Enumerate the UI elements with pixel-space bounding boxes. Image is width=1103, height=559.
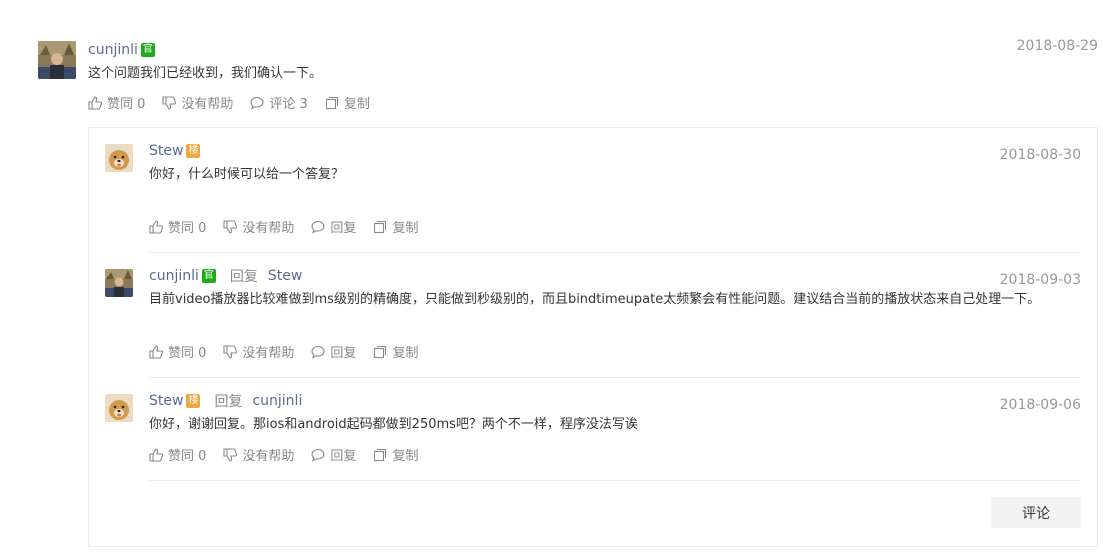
comment-count-button[interactable]: 评论 3 bbox=[250, 93, 308, 112]
comment-2-text: 目前video播放器比较难做到ms级别的精确度，只能做到秒级别的，而且bindt… bbox=[149, 292, 1041, 307]
op-badge: 楼 bbox=[186, 394, 201, 408]
thumbs-up-icon bbox=[88, 95, 102, 110]
comment-1-text: 你好，什么时候可以给一个答复？ bbox=[149, 167, 345, 182]
thumbs-down-icon bbox=[162, 95, 177, 110]
avatar-stew[interactable] bbox=[105, 144, 133, 172]
thumbs-up-icon bbox=[149, 344, 163, 359]
avatar-cunjinli[interactable] bbox=[105, 269, 133, 297]
thumbs-up-icon bbox=[149, 447, 163, 462]
post-author-name[interactable]: cunjinli bbox=[88, 42, 138, 58]
copy-icon bbox=[325, 96, 338, 109]
comment-divider bbox=[149, 252, 1080, 253]
unhelpful-button[interactable]: 没有帮助 bbox=[223, 445, 294, 464]
op-badge: 楼 bbox=[186, 144, 201, 158]
copy-icon bbox=[374, 220, 387, 233]
unhelpful-label: 没有帮助 bbox=[242, 449, 295, 464]
copy-button[interactable]: 复制 bbox=[373, 445, 418, 464]
comment-icon bbox=[311, 220, 325, 234]
comment-icon bbox=[250, 96, 264, 110]
copy-button[interactable]: 复制 bbox=[373, 217, 418, 236]
comment-3-author[interactable]: Stew bbox=[149, 393, 183, 409]
reply-label: 回复 bbox=[330, 221, 357, 236]
avatar-image bbox=[105, 269, 133, 297]
copy-label: 复制 bbox=[392, 449, 419, 464]
comment-2-header: cunjinli 官 回复 Stew bbox=[149, 266, 302, 286]
thumbs-down-icon bbox=[223, 447, 238, 462]
post-actions: 赞同 0 没有帮助 评论 3 复制 bbox=[88, 93, 387, 112]
comment-1-header: Stew 楼 bbox=[149, 141, 201, 161]
thumbs-up-icon bbox=[149, 219, 163, 234]
comment-button[interactable]: 评论 bbox=[991, 497, 1081, 528]
copy-icon bbox=[374, 448, 387, 461]
comment-divider bbox=[149, 377, 1080, 378]
like-label: 赞同 0 bbox=[168, 346, 207, 361]
avatar-stew[interactable] bbox=[105, 394, 133, 422]
reply-word: 回复 bbox=[214, 394, 243, 410]
like-button[interactable]: 赞同 0 bbox=[149, 445, 206, 464]
unhelpful-button[interactable]: 没有帮助 bbox=[223, 217, 294, 236]
reply-to-name[interactable]: Stew bbox=[268, 268, 302, 284]
reply-word: 回复 bbox=[229, 269, 258, 285]
copy-label: 复制 bbox=[392, 346, 419, 361]
like-button[interactable]: 赞同 0 bbox=[149, 217, 206, 236]
comment-1-actions: 赞同 0 没有帮助 回复 复制 bbox=[149, 217, 435, 236]
like-button[interactable]: 赞同 0 bbox=[88, 93, 145, 112]
copy-button[interactable]: 复制 bbox=[373, 342, 418, 361]
unhelpful-label: 没有帮助 bbox=[181, 97, 234, 112]
unhelpful-button[interactable]: 没有帮助 bbox=[162, 93, 233, 112]
comment-3-date: 2018-09-06 bbox=[999, 397, 1081, 413]
avatar-cunjinli[interactable] bbox=[38, 41, 76, 79]
post-header: cunjinli 官 bbox=[88, 40, 155, 60]
comment-divider bbox=[149, 480, 1080, 481]
comment-2-actions: 赞同 0 没有帮助 回复 复制 bbox=[149, 342, 435, 361]
reply-button[interactable]: 回复 bbox=[311, 445, 356, 464]
reply-button[interactable]: 回复 bbox=[311, 217, 356, 236]
dog-avatar-icon bbox=[105, 394, 133, 422]
thumbs-down-icon bbox=[223, 219, 238, 234]
comments-panel bbox=[88, 127, 1098, 547]
comment-icon bbox=[311, 345, 325, 359]
copy-icon bbox=[374, 345, 387, 358]
official-badge: 官 bbox=[201, 269, 216, 283]
comment-1-author[interactable]: Stew bbox=[149, 143, 183, 159]
comment-2-date: 2018-09-03 bbox=[999, 272, 1081, 288]
like-button[interactable]: 赞同 0 bbox=[149, 342, 206, 361]
post-date: 2018-08-29 bbox=[1016, 38, 1098, 54]
dog-avatar-icon bbox=[105, 144, 133, 172]
comment-2-author[interactable]: cunjinli bbox=[149, 268, 199, 284]
like-label: 赞同 0 bbox=[168, 449, 207, 464]
reply-to-name[interactable]: cunjinli bbox=[252, 393, 302, 409]
like-label: 赞同 0 bbox=[107, 97, 146, 112]
unhelpful-label: 没有帮助 bbox=[242, 346, 295, 361]
copy-label: 复制 bbox=[343, 97, 370, 112]
copy-button[interactable]: 复制 bbox=[325, 93, 370, 112]
unhelpful-button[interactable]: 没有帮助 bbox=[223, 342, 294, 361]
thumbs-down-icon bbox=[223, 344, 238, 359]
unhelpful-label: 没有帮助 bbox=[242, 221, 295, 236]
reply-button[interactable]: 回复 bbox=[311, 342, 356, 361]
avatar-image bbox=[38, 41, 76, 79]
like-label: 赞同 0 bbox=[168, 221, 207, 236]
copy-label: 复制 bbox=[392, 221, 419, 236]
comment-3-actions: 赞同 0 没有帮助 回复 复制 bbox=[149, 445, 435, 464]
comment-3-header: Stew 楼 回复 cunjinli bbox=[149, 391, 302, 411]
comment-3-text: 你好，谢谢回复。那ios和android起码都做到250ms吧？两个不一样，程序… bbox=[149, 417, 638, 432]
reply-label: 回复 bbox=[330, 449, 357, 464]
comment-count-label: 评论 3 bbox=[269, 97, 308, 112]
comment-1-date: 2018-08-30 bbox=[999, 147, 1081, 163]
post-text: 这个问题我们已经收到，我们确认一下。 bbox=[88, 66, 323, 81]
reply-label: 回复 bbox=[330, 346, 357, 361]
official-badge: 官 bbox=[140, 43, 155, 57]
comment-icon bbox=[311, 448, 325, 462]
